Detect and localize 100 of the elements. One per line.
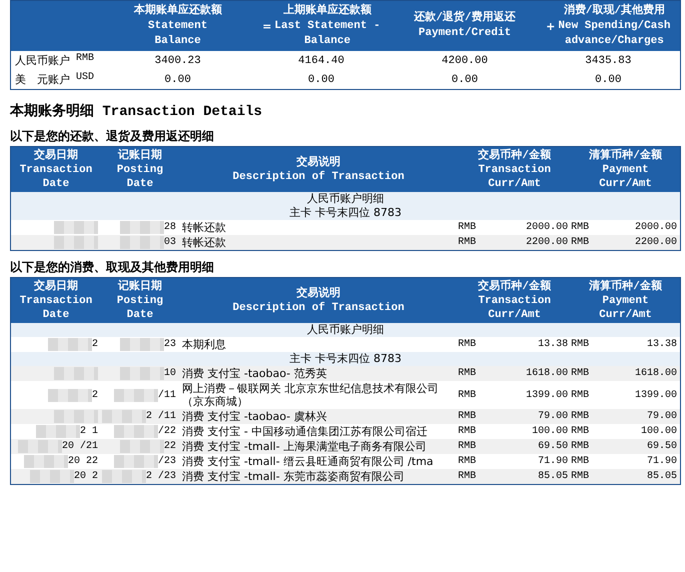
amount-cell: 71.90: [646, 455, 677, 468]
date-fragment: 10: [164, 367, 176, 380]
redaction-mosaic: [102, 470, 146, 483]
column-header: 交易币种/金额: [478, 280, 551, 294]
column-header: Transaction: [20, 162, 92, 176]
redaction-mosaic: [120, 338, 164, 351]
column-header: Curr/Amt: [488, 176, 541, 190]
currency-code: RMB: [571, 425, 590, 438]
section-title: 以下是您的还款、退货及费用返还明细: [10, 128, 215, 145]
amount-cell: 2200.00: [634, 236, 677, 249]
column-header: Date: [126, 176, 154, 190]
description-cell-text: 消费 支付宝 -tmall- 上海果满堂电子商务有限公司: [181, 440, 428, 453]
currency-code: RMB: [458, 388, 476, 402]
amount-cell: 71.90: [538, 455, 568, 468]
table-cell-text: 4164.40: [297, 54, 346, 66]
description-cell-text: 消费 支付宝 -tmall- 东莞市蕊姿商贸有限公司: [181, 470, 406, 483]
column-header: 本期账单应还款额: [134, 4, 222, 18]
column-header: 清算币种/金额: [589, 148, 662, 162]
column-header: Date: [42, 176, 70, 190]
table-cell-text: 3435.83: [584, 54, 632, 66]
column-header: 记账日期: [118, 280, 162, 294]
currency-code: RMB: [458, 221, 476, 234]
currency-code: RMB: [458, 425, 476, 438]
amount-cell: 100.00: [640, 425, 677, 438]
operator-sign: +: [546, 20, 556, 32]
column-header: Description of Transaction: [232, 170, 404, 184]
group-row: 主卡 卡号末四位 8783: [11, 352, 680, 366]
redaction-mosaic: [18, 440, 62, 453]
column-header: Statement: [148, 18, 208, 34]
redaction-mosaic: [30, 470, 74, 483]
column-header: Curr/Amt: [599, 176, 652, 190]
date-fragment: 2 /23: [146, 470, 176, 483]
redaction-mosaic: [54, 410, 98, 423]
date-fragment: /23: [158, 455, 176, 468]
redaction-mosaic: [102, 410, 146, 423]
redaction-mosaic: [54, 236, 98, 249]
table-cell-text: 0.00: [307, 74, 336, 86]
currency-code: RMB: [458, 455, 476, 468]
amount-cell: 1399.00: [634, 388, 677, 402]
date-fragment: 2 1: [80, 425, 98, 438]
column-header: Transaction: [20, 294, 92, 308]
column-header: 交易说明: [296, 286, 340, 300]
column-header: Payment: [602, 162, 649, 176]
column-header: Transaction: [478, 294, 551, 308]
currency-code: RMB: [458, 338, 476, 351]
group-row: 人民币账户明细: [11, 192, 680, 206]
currency-code: RMB: [571, 455, 590, 468]
amount-cell: 69.50: [646, 440, 677, 453]
redaction-mosaic: [120, 367, 164, 380]
amount-cell: 79.00: [646, 410, 677, 423]
amount-cell: 85.05: [538, 470, 568, 483]
redaction-mosaic: [54, 221, 98, 234]
currency-code: RMB: [458, 236, 476, 249]
column-header: 还款/退货/费用返还: [414, 11, 516, 26]
page-heading: 本期账务明细 Transaction Details: [10, 102, 264, 120]
column-header: Curr/Amt: [599, 308, 652, 322]
column-header: Balance: [304, 34, 350, 48]
redaction-mosaic: [120, 221, 164, 234]
currency-code: RMB: [76, 53, 94, 66]
table-cell-text: 0.00: [594, 74, 622, 86]
group-row: 主卡 卡号末四位 8783: [11, 206, 680, 220]
amount-cell: 85.05: [646, 470, 677, 483]
currency-code: USD: [76, 72, 94, 85]
currency-code: RMB: [458, 367, 476, 380]
section-title: 以下是您的消费、取现及其他费用明细: [10, 259, 215, 276]
redaction-mosaic: [24, 455, 68, 468]
date-fragment: 20 /21: [62, 440, 98, 453]
column-header: Last Statement -: [274, 18, 380, 34]
column-header: 交易日期: [34, 280, 78, 294]
date-fragment: /11: [158, 388, 176, 402]
currency-code: RMB: [571, 338, 590, 351]
redaction-mosaic: [114, 425, 158, 438]
redaction-mosaic: [36, 425, 80, 438]
column-header: Payment/Credit: [418, 26, 511, 41]
redaction-mosaic: [114, 388, 158, 402]
currency-code: RMB: [571, 221, 590, 234]
description-cell-text: 消费 支付宝 -taobao- 范秀英: [181, 367, 328, 380]
description-cell-text: 本期利息: [181, 338, 227, 351]
amount-cell: 1618.00: [634, 367, 677, 380]
description-cell-text: 转帐还款: [181, 236, 227, 249]
column-header: 消费/取现/其他费用: [564, 4, 665, 18]
column-header: New Spending/Cash: [558, 18, 670, 34]
operator-sign: =: [262, 20, 272, 32]
redaction-mosaic: [120, 236, 164, 249]
table-cell-text: 0.00: [450, 74, 479, 86]
description-cell-text: 转帐还款: [181, 221, 227, 234]
redaction-mosaic: [114, 455, 158, 468]
table-cell-text: 4200.00: [440, 54, 489, 66]
date-fragment: 20 2: [74, 470, 98, 483]
amount-cell: 2200.00: [526, 236, 568, 249]
column-header: Transaction: [478, 162, 551, 176]
currency-code: RMB: [571, 236, 590, 249]
currency-code: RMB: [571, 410, 590, 423]
amount-cell: 1399.00: [526, 388, 568, 402]
description-cell-text: 消费 支付宝 -tmall- 缙云县旺通商贸有限公司 /tma: [181, 455, 434, 468]
column-header: 记账日期: [118, 148, 162, 162]
description-cell-text: 消费 支付宝 - 中国移动通信集团江苏有限公司宿迁: [181, 425, 428, 438]
amount-cell: 2000.00: [634, 221, 677, 234]
column-header: Description of Transaction: [232, 300, 404, 314]
column-header: Posting: [116, 162, 164, 176]
